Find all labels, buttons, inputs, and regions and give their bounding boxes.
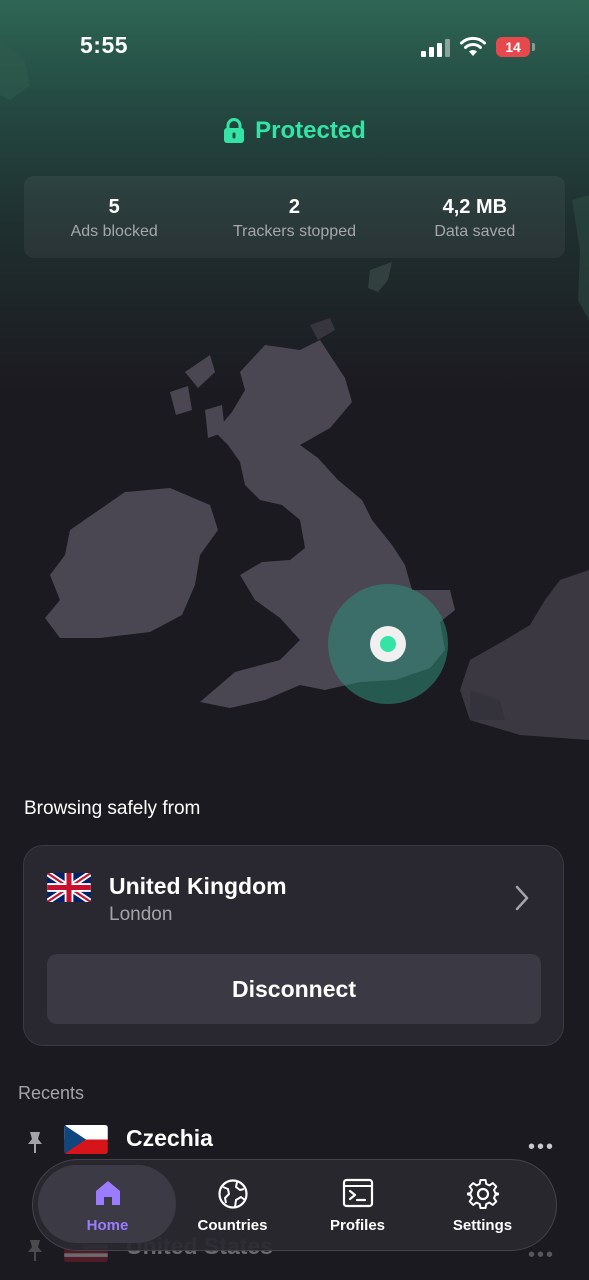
stat-label: Ads blocked [70,223,158,240]
stat-value: 2 [288,196,301,218]
server-country: United Kingdom [109,873,287,899]
uk-flag-icon [47,873,91,902]
stats-panel: 5 Ads blocked 2 Trackers stopped 4,2 MB … [24,176,565,258]
tab-label: Profiles [329,1217,386,1234]
stat-trackers-stopped: 2 Trackers stopped [204,176,384,258]
chevron-right-icon[interactable] [514,884,530,912]
protection-status: Protected [0,117,589,149]
status-time: 5:55 [80,32,129,58]
tab-countries[interactable]: Countries [170,1160,295,1250]
wifi-icon [460,36,486,56]
tab-bar: Home Countries Profiles Settings [32,1159,557,1251]
stat-label: Trackers stopped [232,223,356,240]
lock-icon [224,118,245,143]
recents-label: Recents [18,1083,85,1103]
czech-flag-icon [64,1125,108,1154]
battery-tip [532,43,535,51]
stat-label: Data saved [434,223,516,240]
pin-icon[interactable] [24,1130,46,1154]
battery-icon: 14 [496,37,530,57]
tab-profiles[interactable]: Profiles [295,1160,420,1250]
disconnect-button[interactable]: Disconnect [47,954,541,1024]
current-server-card[interactable]: United Kingdom London Disconnect [23,845,564,1046]
recent-item-name: Czechia [126,1125,213,1151]
server-city: London [109,904,173,925]
stat-data-saved: 4,2 MB Data saved [385,176,565,258]
tab-label: Countries [197,1217,268,1234]
tab-label: Home [86,1217,129,1234]
tab-label: Settings [452,1217,513,1234]
browsing-from-label: Browsing safely from [24,798,201,819]
status-bar: 5:55 14 [0,0,589,96]
globe-icon [217,1179,248,1209]
protection-status-label: Protected [255,117,366,144]
home-icon [95,1181,120,1205]
location-marker [380,636,396,652]
terminal-icon [342,1178,373,1208]
stat-value: 4,2 MB [442,196,508,218]
stat-value: 5 [108,196,120,218]
tab-settings[interactable]: Settings [420,1160,545,1250]
tab-home[interactable]: Home [45,1160,170,1250]
stat-ads-blocked: 5 Ads blocked [24,176,204,258]
cellular-signal-icon [421,39,450,57]
location-map [0,40,589,740]
more-options-icon[interactable]: ••• [528,1136,555,1159]
pin-icon[interactable] [24,1238,46,1262]
ireland-shape [45,488,218,638]
gear-icon [466,1179,499,1209]
